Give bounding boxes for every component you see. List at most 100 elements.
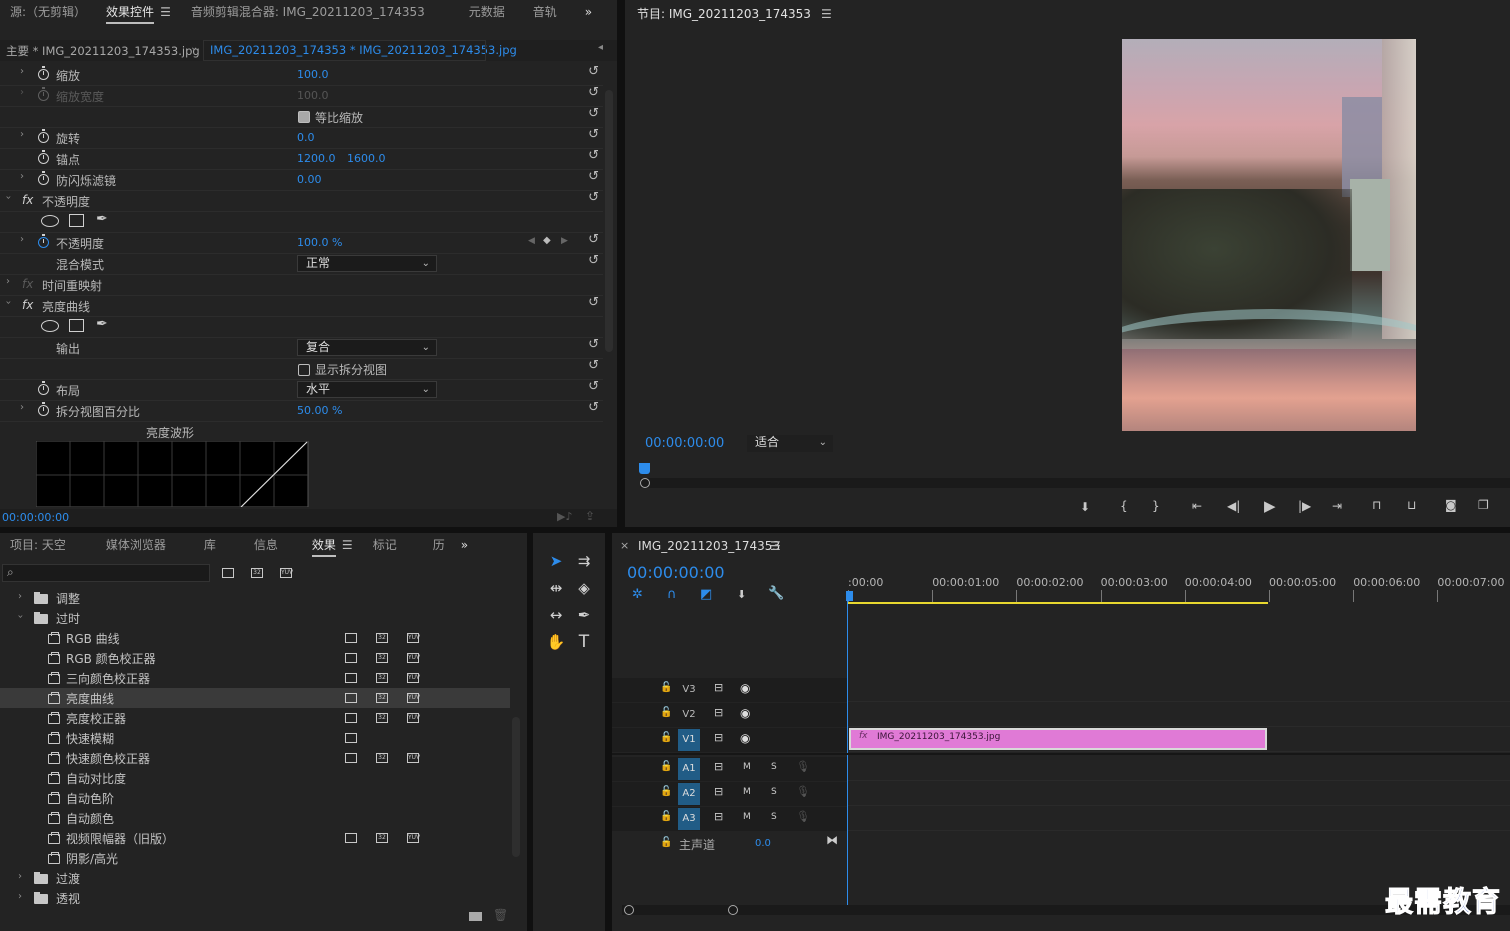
effect-folder-row[interactable]: › 调整: [0, 588, 510, 608]
video-track-header[interactable]: [612, 678, 847, 702]
track-target-v2[interactable]: V2: [678, 704, 700, 726]
wrench-icon[interactable]: 🔧: [768, 586, 784, 601]
sync-lock-icon[interactable]: ⊟: [714, 681, 723, 694]
menu-icon[interactable]: ☰: [821, 7, 832, 21]
solo-button[interactable]: S: [771, 812, 777, 822]
hand-tool-icon[interactable]: ✋: [543, 629, 569, 655]
effect-folder-row[interactable]: › 过时: [0, 608, 510, 628]
export-frame-icon[interactable]: ◙: [1445, 498, 1457, 512]
tab-history[interactable]: 历: [433, 533, 451, 559]
program-ruler[interactable]: [640, 464, 1510, 478]
stopwatch-icon[interactable]: [38, 171, 49, 185]
effect-folder-row[interactable]: › 过渡: [0, 868, 510, 888]
sync-lock-icon[interactable]: ⊟: [714, 810, 723, 823]
linked-selection-icon[interactable]: ◩: [700, 587, 712, 602]
compare-view-icon[interactable]: ❐: [1478, 498, 1489, 512]
expand-caret-icon[interactable]: ›: [20, 66, 24, 77]
anchor-y-value[interactable]: 1600.0: [347, 152, 386, 165]
lock-icon[interactable]: 🔓: [660, 707, 672, 718]
expand-caret-icon[interactable]: ›: [18, 871, 22, 882]
tab-audio-clip-mixer[interactable]: 音频剪辑混合器: IMG_20211203_174353: [181, 0, 435, 26]
collapse-caret-icon[interactable]: ›: [3, 196, 14, 200]
track-target-a3[interactable]: A3: [678, 808, 700, 830]
clip-dropdown-icon[interactable]: ⌄: [190, 42, 198, 53]
solo-button[interactable]: S: [771, 762, 777, 772]
master-volume-value[interactable]: 0.0: [755, 838, 771, 849]
stopwatch-icon-active[interactable]: [38, 234, 49, 248]
new-folder-icon[interactable]: [469, 912, 482, 921]
add-marker-icon[interactable]: ⬇: [1080, 500, 1090, 514]
effect-item-row[interactable]: 视频限幅器（旧版） 32 YUV: [0, 828, 510, 848]
track-lane[interactable]: [848, 703, 1510, 727]
eye-icon[interactable]: ◉: [740, 706, 750, 720]
play-icon[interactable]: ▶: [1264, 497, 1276, 515]
sync-lock-icon[interactable]: ⊟: [714, 760, 723, 773]
lock-icon[interactable]: 🔓: [660, 761, 672, 772]
video-track-header[interactable]: [612, 703, 847, 727]
nest-icon[interactable]: ✲: [632, 587, 643, 602]
timeline-clip[interactable]: fx IMG_20211203_174353.jpg: [849, 728, 1267, 750]
overflow-chevron-icon[interactable]: »: [575, 0, 602, 26]
effect-item-row[interactable]: 自动色阶: [0, 788, 510, 808]
stopwatch-icon[interactable]: [38, 402, 49, 416]
mark-in-icon[interactable]: {: [1120, 499, 1128, 513]
sync-lock-icon[interactable]: ⊟: [714, 706, 723, 719]
ellipse-mask-icon[interactable]: [41, 320, 59, 332]
effect-folder-row[interactable]: › 透视: [0, 888, 510, 908]
layout-dropdown[interactable]: 水平 ⌄: [297, 381, 437, 398]
expand-caret-icon[interactable]: ›: [20, 171, 24, 182]
reset-icon[interactable]: ↺: [588, 358, 599, 373]
reset-icon[interactable]: ↺: [588, 379, 599, 394]
stopwatch-icon[interactable]: [38, 381, 49, 395]
extract-icon[interactable]: ⊔: [1407, 498, 1416, 512]
go-to-in-icon[interactable]: ⇤: [1192, 499, 1202, 513]
tab-audio-track[interactable]: 音轨: [533, 0, 567, 26]
close-icon[interactable]: ×: [620, 539, 629, 552]
split-view-checkbox[interactable]: [298, 364, 310, 376]
sync-lock-icon[interactable]: ⊟: [714, 731, 723, 744]
track-lane[interactable]: [848, 757, 1510, 781]
reset-icon[interactable]: ↺: [588, 190, 599, 205]
expand-caret-icon[interactable]: ›: [20, 87, 24, 98]
reset-icon[interactable]: ↺: [588, 253, 599, 268]
video-track-header[interactable]: [612, 728, 847, 752]
fx-icon[interactable]: fx: [22, 298, 33, 312]
export-icon[interactable]: ⇪: [585, 509, 595, 523]
program-zoom-bar[interactable]: [640, 478, 1510, 488]
effect-controls-scrollbar[interactable]: [605, 90, 613, 352]
reset-icon[interactable]: ↺: [588, 64, 599, 79]
tab-source[interactable]: 源:（无剪辑）: [0, 0, 96, 26]
microphone-icon[interactable]: 🎙: [796, 785, 810, 798]
effect-item-row[interactable]: 自动颜色: [0, 808, 510, 828]
pen-mask-icon[interactable]: ✒: [96, 316, 108, 332]
audio-track-header[interactable]: [612, 782, 847, 806]
lock-icon[interactable]: 🔓: [660, 811, 672, 822]
reset-icon[interactable]: ↺: [588, 232, 599, 247]
opacity-value[interactable]: 100.0 %: [297, 236, 342, 249]
tab-project[interactable]: 项目: 天空: [0, 533, 76, 559]
effects-search-input[interactable]: ⌕: [2, 564, 210, 582]
fx-icon[interactable]: fx: [22, 193, 33, 207]
ripple-edit-tool-icon[interactable]: ⇹: [543, 575, 569, 601]
tab-media-browser[interactable]: 媒体浏览器: [96, 533, 176, 559]
lock-icon[interactable]: 🔓: [660, 682, 672, 693]
add-marker-icon[interactable]: ⬇: [737, 588, 746, 601]
microphone-icon[interactable]: 🎙: [796, 810, 810, 823]
effect-item-row[interactable]: 亮度曲线 32 YUV: [0, 688, 510, 708]
fit-dropdown[interactable]: 适合 ⌄: [747, 435, 833, 452]
microphone-icon[interactable]: 🎙: [796, 760, 810, 773]
track-target-v3[interactable]: V3: [678, 679, 700, 701]
effect-item-row[interactable]: 快速颜色校正器 32 YUV: [0, 748, 510, 768]
work-area-bar[interactable]: [848, 602, 1268, 604]
track-lane[interactable]: [848, 807, 1510, 831]
effect-item-row[interactable]: RGB 颜色校正器 32 YUV: [0, 648, 510, 668]
play-audio-icon[interactable]: ▶♪: [557, 510, 572, 523]
ellipse-mask-icon[interactable]: [41, 215, 59, 227]
blend-mode-dropdown[interactable]: 正常 ⌄: [297, 255, 437, 272]
pen-mask-icon[interactable]: ✒: [96, 211, 108, 227]
slip-tool-icon[interactable]: ↔: [543, 602, 569, 628]
track-target-v1[interactable]: V1: [678, 729, 700, 751]
reset-icon[interactable]: ↺: [588, 127, 599, 142]
tab-markers[interactable]: 标记: [363, 533, 407, 559]
effect-item-row[interactable]: 阴影/高光: [0, 848, 510, 868]
